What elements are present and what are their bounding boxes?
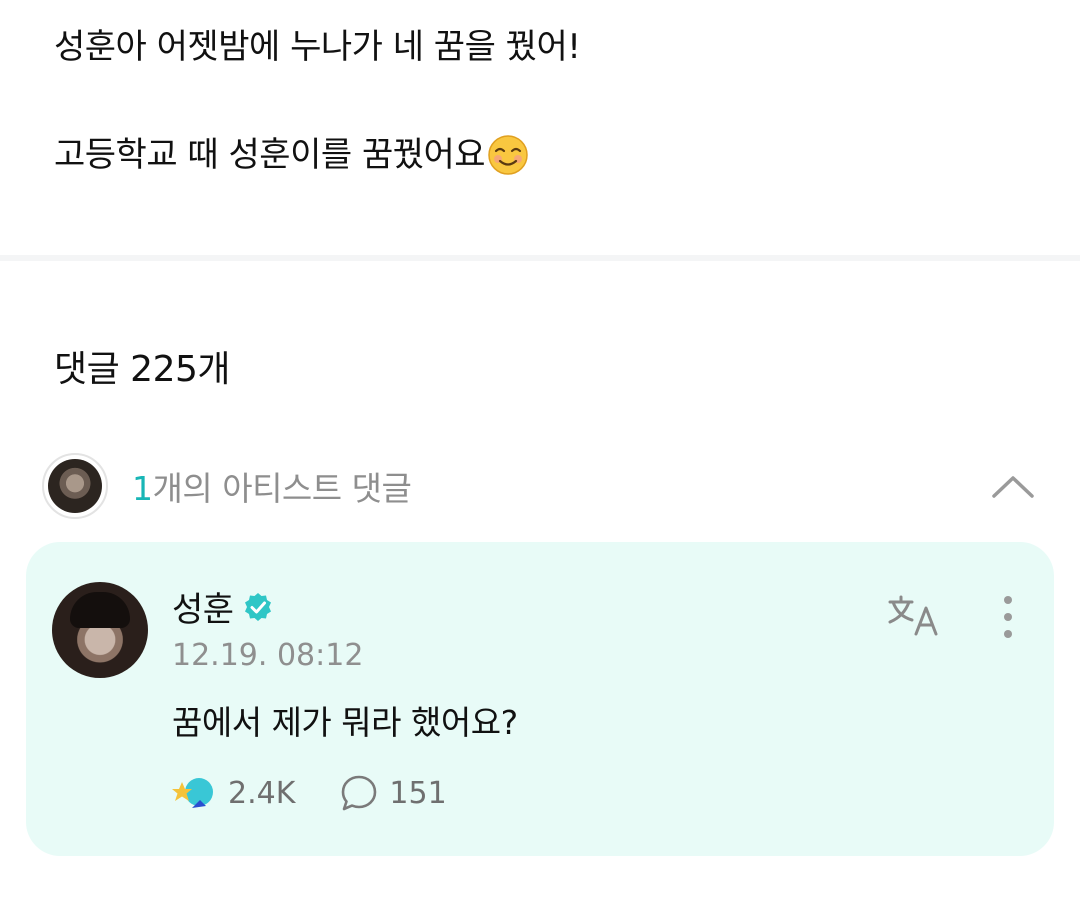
comment-text: 꿈에서 제가 뭐라 했어요? (172, 703, 518, 742)
artist-comments-toggle[interactable]: 1개의 아티스트 댓글 (42, 452, 1038, 520)
author-row: 성훈 (172, 582, 274, 631)
artist-comments-text: 개의 아티스트 댓글 (152, 469, 412, 508)
speech-bubble-icon[interactable] (339, 773, 379, 813)
fan-reaction-icon[interactable] (172, 770, 218, 816)
post-text-line-2-row: 고등학교 때 성훈이를 꿈꿨어요 (54, 130, 1034, 180)
translate-icon[interactable] (886, 594, 942, 636)
reply-count: 151 (389, 775, 447, 811)
artist-comment-card: 성훈 12.19. 08:12 꿈에서 제가 뭐라 했어요? 2.4K 151 (26, 542, 1054, 856)
post-text-line-1: 성훈아 어젯밤에 누나가 네 꿈을 꿨어! (54, 27, 581, 67)
section-divider (0, 255, 1080, 261)
artist-comments-label: 1개의 아티스트 댓글 (132, 462, 412, 510)
post-body: 성훈아 어젯밤에 누나가 네 꿈을 꿨어! 고등학교 때 성훈이를 꿈꿨어요 (54, 22, 1034, 180)
like-count: 2.4K (228, 775, 296, 811)
comments-count-title: 댓글 225개 (54, 349, 231, 390)
post-text-line-2: 고등학교 때 성훈이를 꿈꿨어요 (54, 135, 486, 175)
chevron-up-icon[interactable] (988, 466, 1038, 506)
artist-mini-avatar (42, 453, 108, 519)
smiling-face-icon (488, 135, 528, 175)
author-name[interactable]: 성훈 (172, 582, 234, 631)
comment-stats: 2.4K 151 (172, 768, 447, 818)
author-avatar[interactable] (52, 582, 148, 678)
comment-timestamp: 12.19. 08:12 (172, 638, 364, 673)
more-vertical-icon[interactable] (994, 594, 1022, 640)
verified-badge-icon (244, 592, 271, 621)
artist-comments-count: 1 (132, 469, 153, 508)
